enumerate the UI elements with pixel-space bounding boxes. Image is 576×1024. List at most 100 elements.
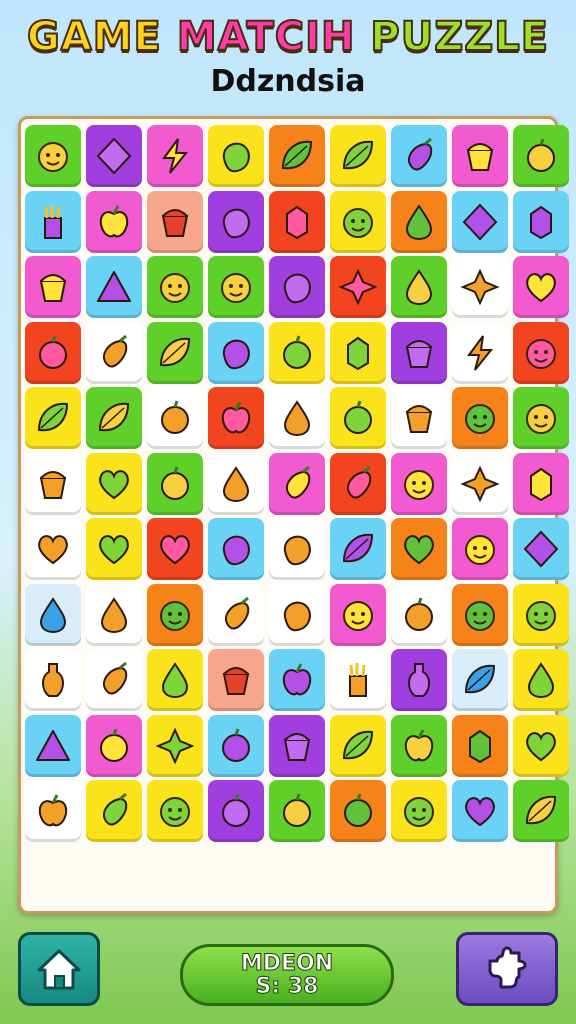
tile-10-8[interactable]	[513, 780, 569, 842]
tile-7-7[interactable]	[452, 583, 508, 646]
tile-1-8[interactable]	[513, 190, 569, 253]
tile-7-5[interactable]	[330, 583, 386, 646]
tile-9-6[interactable]	[391, 714, 447, 777]
tile-3-7[interactable]	[452, 321, 508, 384]
tile-5-6[interactable]	[391, 452, 447, 515]
tile-7-6[interactable]	[391, 583, 447, 646]
tile-9-8[interactable]	[513, 714, 569, 777]
tile-2-2[interactable]	[147, 256, 203, 318]
tile-4-1[interactable]	[86, 387, 142, 449]
tile-10-4[interactable]	[269, 780, 325, 842]
tile-5-3[interactable]	[208, 452, 264, 515]
tile-9-7[interactable]	[452, 714, 508, 777]
tile-10-3[interactable]	[208, 780, 264, 842]
tile-6-7[interactable]	[452, 518, 508, 580]
tile-3-4[interactable]	[269, 321, 325, 384]
tile-0-2[interactable]	[147, 125, 203, 187]
tile-8-2[interactable]	[147, 649, 203, 711]
tile-1-4[interactable]	[269, 190, 325, 253]
tile-9-1[interactable]	[86, 714, 142, 777]
tile-3-3[interactable]	[208, 321, 264, 384]
tile-2-3[interactable]	[208, 256, 264, 318]
tile-1-2[interactable]	[147, 190, 203, 253]
tile-3-5[interactable]	[330, 321, 386, 384]
tile-8-5[interactable]	[330, 649, 386, 711]
tile-2-5[interactable]	[330, 256, 386, 318]
tile-6-6[interactable]	[391, 518, 447, 580]
tile-2-8[interactable]	[513, 256, 569, 318]
tile-8-6[interactable]	[391, 649, 447, 711]
tile-0-8[interactable]	[513, 125, 569, 187]
tile-4-3[interactable]	[208, 387, 264, 449]
tile-6-8[interactable]	[513, 518, 569, 580]
tile-9-4[interactable]	[269, 714, 325, 777]
tile-8-7[interactable]	[452, 649, 508, 711]
tile-9-5[interactable]	[330, 714, 386, 777]
tile-10-7[interactable]	[452, 780, 508, 842]
tile-3-8[interactable]	[513, 321, 569, 384]
tile-7-4[interactable]	[269, 583, 325, 646]
tile-2-4[interactable]	[269, 256, 325, 318]
tile-2-7[interactable]	[452, 256, 508, 318]
tile-9-0[interactable]	[25, 714, 81, 777]
tile-5-4[interactable]	[269, 452, 325, 515]
tile-6-0[interactable]	[25, 518, 81, 580]
tile-7-3[interactable]	[208, 583, 264, 646]
tile-5-7[interactable]	[452, 452, 508, 515]
tile-5-0[interactable]	[25, 452, 81, 515]
tile-5-1[interactable]	[86, 452, 142, 515]
tile-1-1[interactable]	[86, 190, 142, 253]
tile-1-6[interactable]	[391, 190, 447, 253]
tile-1-7[interactable]	[452, 190, 508, 253]
tile-4-0[interactable]	[25, 387, 81, 449]
tile-5-2[interactable]	[147, 452, 203, 515]
tile-3-6[interactable]	[391, 321, 447, 384]
tile-3-2[interactable]	[147, 321, 203, 384]
tile-9-3[interactable]	[208, 714, 264, 777]
tile-3-0[interactable]	[25, 321, 81, 384]
tile-8-3[interactable]	[208, 649, 264, 711]
tile-2-0[interactable]	[25, 256, 81, 318]
tile-0-7[interactable]	[452, 125, 508, 187]
tile-1-0[interactable]	[25, 190, 81, 253]
tile-0-5[interactable]	[330, 125, 386, 187]
tile-5-8[interactable]	[513, 452, 569, 515]
tile-6-5[interactable]	[330, 518, 386, 580]
settings-button[interactable]	[456, 932, 558, 1006]
tile-0-6[interactable]	[391, 125, 447, 187]
tile-4-7[interactable]	[452, 387, 508, 449]
tile-7-2[interactable]	[147, 583, 203, 646]
home-button[interactable]	[18, 932, 100, 1006]
tile-0-0[interactable]	[25, 125, 81, 187]
tile-4-4[interactable]	[269, 387, 325, 449]
tile-8-4[interactable]	[269, 649, 325, 711]
tile-8-8[interactable]	[513, 649, 569, 711]
tile-0-1[interactable]	[86, 125, 142, 187]
tile-4-5[interactable]	[330, 387, 386, 449]
tile-2-6[interactable]	[391, 256, 447, 318]
tile-10-5[interactable]	[330, 780, 386, 842]
tile-3-1[interactable]	[86, 321, 142, 384]
tile-4-2[interactable]	[147, 387, 203, 449]
tile-7-8[interactable]	[513, 583, 569, 646]
tile-6-2[interactable]	[147, 518, 203, 580]
tile-8-1[interactable]	[86, 649, 142, 711]
tile-9-2[interactable]	[147, 714, 203, 777]
tile-8-0[interactable]	[25, 649, 81, 711]
tile-6-3[interactable]	[208, 518, 264, 580]
tile-1-3[interactable]	[208, 190, 264, 253]
tile-10-6[interactable]	[391, 780, 447, 842]
tile-0-3[interactable]	[208, 125, 264, 187]
tile-4-8[interactable]	[513, 387, 569, 449]
tile-0-4[interactable]	[269, 125, 325, 187]
tile-10-0[interactable]	[25, 780, 81, 842]
tile-10-2[interactable]	[147, 780, 203, 842]
tile-6-1[interactable]	[86, 518, 142, 580]
tile-7-0[interactable]	[25, 583, 81, 646]
tile-10-1[interactable]	[86, 780, 142, 842]
tile-4-6[interactable]	[391, 387, 447, 449]
tile-1-5[interactable]	[330, 190, 386, 253]
tile-6-4[interactable]	[269, 518, 325, 580]
tile-2-1[interactable]	[86, 256, 142, 318]
tile-7-1[interactable]	[86, 583, 142, 646]
